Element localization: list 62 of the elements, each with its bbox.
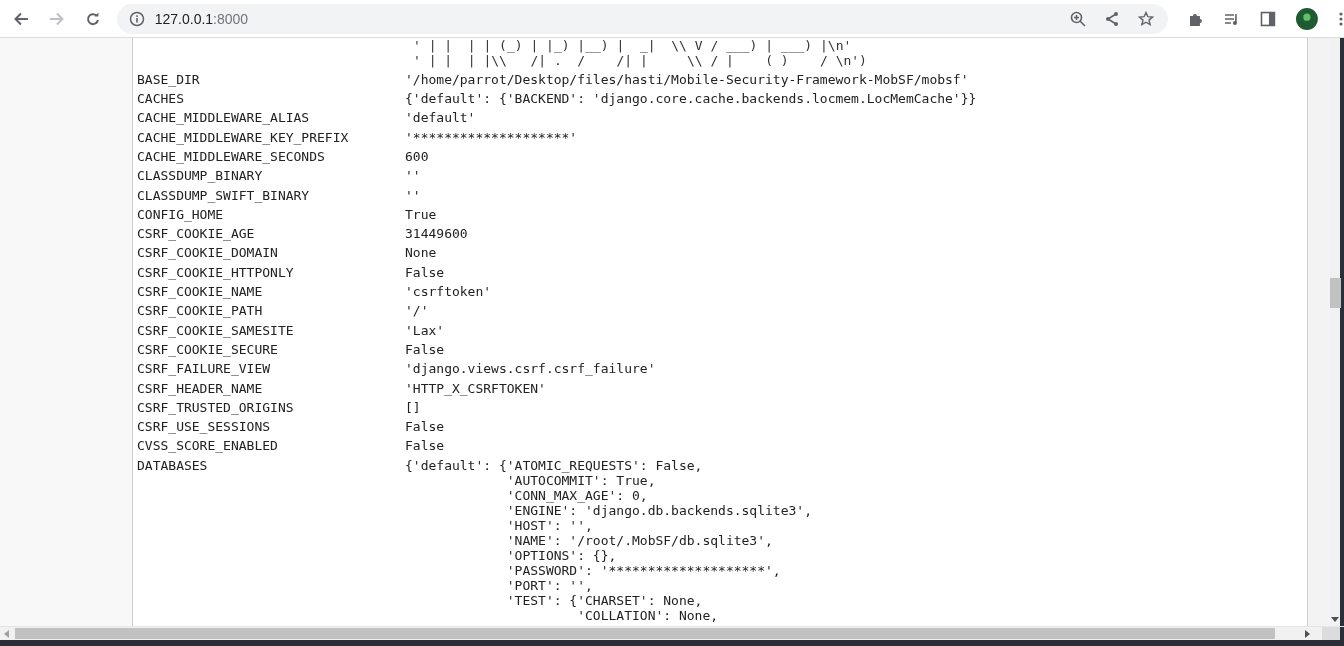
reload-icon[interactable] [84, 10, 101, 27]
setting-value: '/' [405, 303, 429, 319]
scroll-down-icon[interactable] [1331, 617, 1339, 622]
setting-name: CLASSDUMP_BINARY [137, 168, 264, 184]
setting-value: '' [405, 168, 421, 184]
setting-name: CSRF_COOKIE_DOMAIN [137, 245, 279, 261]
setting-value: {'default': {'BACKEND': 'django.core.cache.backends.locmem.LocMemCache'}} [405, 91, 977, 107]
back-icon[interactable] [13, 10, 29, 27]
setting-value: 'csrftoken' [405, 284, 492, 300]
setting-value: '/home/parrot/Desktop/files/hasti/Mobile-Security-Framework-MobSF/mobsf' [405, 71, 969, 88]
setting-value: False [405, 264, 445, 281]
setting-name: DATABASES [137, 457, 209, 475]
setting-value: '' [405, 187, 421, 203]
setting-value: [] [405, 399, 421, 416]
setting-value: '********************' [405, 129, 578, 146]
address-bar[interactable]: 127.0.0.1:8000 [116, 3, 1169, 34]
setting-value: 'Lax' [405, 322, 445, 339]
setting-name: CSRF_COOKIE_AGE [137, 226, 256, 242]
setting-name: CSRF_COOKIE_SECURE [137, 341, 279, 358]
setting-name: CACHE_MIDDLEWARE_KEY_PREFIX [137, 129, 350, 146]
setting-name: CSRF_COOKIE_PATH [137, 303, 264, 319]
setting-name: CSRF_FAILURE_VIEW [137, 361, 272, 377]
setting-name: CLASSDUMP_SWIFT_BINARY [137, 187, 311, 203]
setting-name: CACHES [137, 91, 185, 107]
setting-name: BASE_DIR [137, 71, 201, 88]
ascii-art-line: ' | | | | (_) | |_) |__) | _| \\ V / ___) | ___) |\n' [413, 38, 853, 54]
setting-name: CACHE_MIDDLEWARE_ALIAS [137, 110, 311, 126]
ascii-art-line: ' | | | |\\ /| . / /| | \\ / | ( ) / \n') [413, 53, 868, 69]
setting-value: False [405, 419, 445, 435]
setting-name: CSRF_COOKIE_SAMESITE [137, 322, 295, 339]
menu-icon[interactable] [1338, 10, 1344, 27]
setting-name: CSRF_COOKIE_NAME [137, 284, 264, 300]
scroll-right-icon[interactable] [1305, 629, 1310, 638]
setting-name: CSRF_HEADER_NAME [137, 380, 264, 396]
url-text: 127.0.0.1:8000 [154, 10, 249, 27]
setting-name: CACHE_MIDDLEWARE_SECONDS [137, 149, 326, 165]
side-panel-icon[interactable] [1260, 10, 1277, 27]
scrollbar-thumb[interactable] [1329, 278, 1341, 308]
share-icon[interactable] [1104, 10, 1121, 27]
setting-value: False [405, 438, 445, 454]
scrollbar-thumb[interactable] [15, 628, 1275, 639]
scrollbar-corner [1322, 627, 1344, 640]
setting-value: 'default' [405, 110, 476, 126]
avatar-icon[interactable] [1296, 7, 1319, 30]
vertical-scrollbar[interactable] [1330, 38, 1344, 626]
setting-name: CONFIG_HOME [137, 206, 225, 223]
zoom-icon[interactable] [1070, 10, 1087, 27]
star-icon[interactable] [1138, 10, 1155, 27]
setting-value: 'django.views.csrf.csrf_failure' [405, 361, 656, 377]
setting-value: None [405, 245, 437, 261]
setting-value: True [405, 206, 437, 223]
setting-name: CSRF_COOKIE_HTTPONLY [137, 264, 295, 281]
setting-name: CSRF_TRUSTED_ORIGINS [137, 399, 295, 416]
setting-value: 600 [405, 149, 429, 165]
setting-value: 'HTTP_X_CSRFTOKEN' [405, 380, 546, 396]
info-icon[interactable] [128, 10, 145, 27]
setting-name: CVSS_SCORE_ENABLED [137, 438, 279, 454]
setting-value: 31449600 [405, 226, 468, 242]
horizontal-scrollbar[interactable] [0, 626, 1344, 640]
setting-value: False [405, 341, 445, 358]
setting-name: CSRF_USE_SESSIONS [137, 419, 272, 435]
setting-value: {'default': {'ATOMIC_REQUESTS': False, 'AUTOCOMMIT': True, 'CONN_MAX_AGE': 0, 'ENGINE': 'django.db.backends.sqlite3', 'HOST': '', 'NAME': '/root/.MobSF/db.sqlite3', 'OPTIONS': {}, 'PASSWORD': '********************', 'PORT': '', 'TEST': {'CHARSET': None, 'COLLATION': None, [405, 457, 812, 623]
